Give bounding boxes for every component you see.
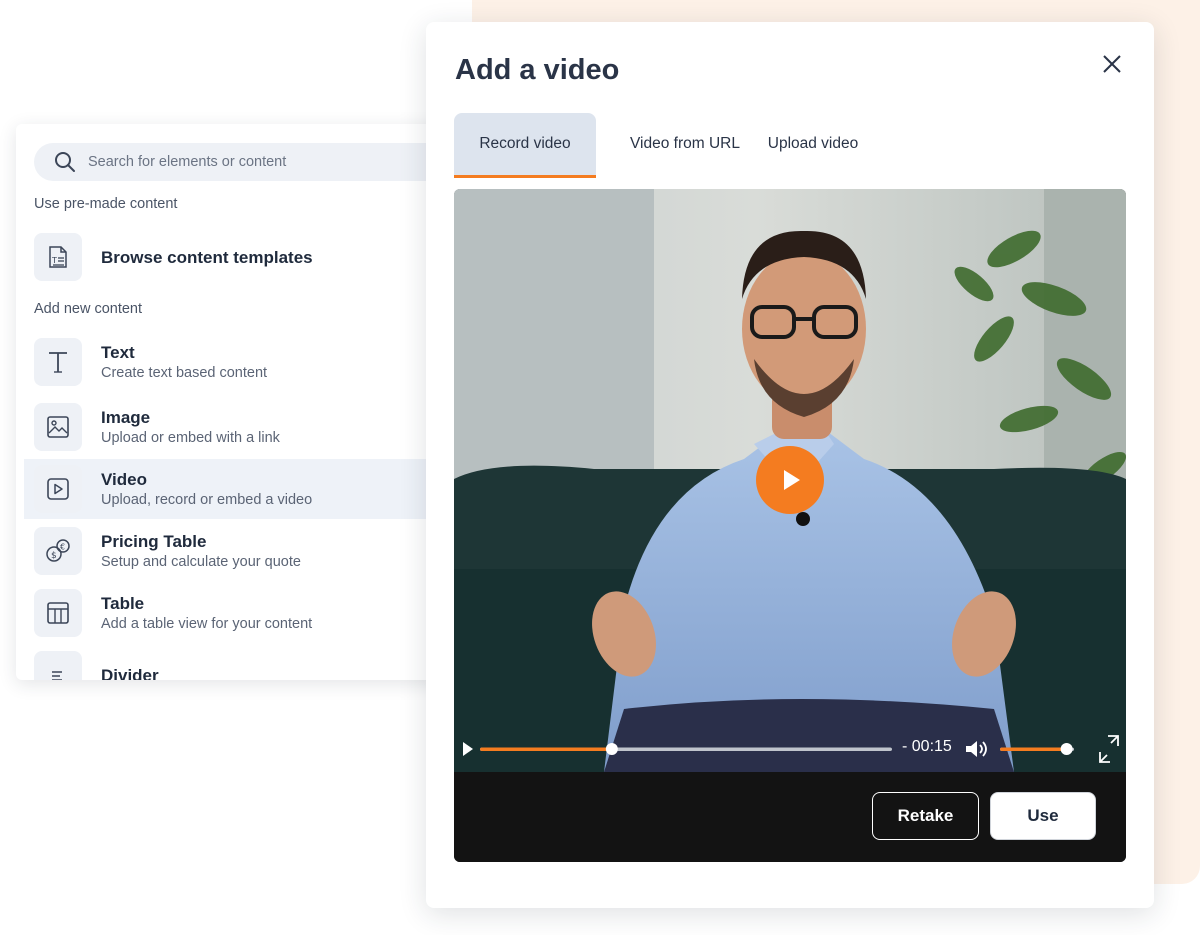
content-item-title: Text: [101, 342, 135, 362]
tab-upload-video[interactable]: Upload video: [759, 113, 867, 175]
pricing-icon: $ €: [34, 527, 82, 575]
search-bar[interactable]: [34, 143, 446, 181]
content-item-title: Pricing Table: [101, 531, 207, 551]
retake-button[interactable]: Retake: [872, 792, 979, 840]
template-icon: T: [34, 233, 82, 281]
content-item-title: Table: [101, 593, 145, 613]
content-elements-panel: Use pre-made content T Browse content te…: [16, 124, 446, 680]
content-item-pricing-table[interactable]: $ € Pricing Table Setup and calculate you…: [24, 521, 446, 581]
browse-templates-item[interactable]: T Browse content templates: [24, 227, 446, 287]
content-item-divider[interactable]: Divider: [24, 645, 446, 680]
volume-fill: [1000, 747, 1067, 751]
svg-text:€: €: [60, 543, 65, 552]
content-item-title: Image: [101, 407, 151, 427]
progress-fill: [480, 747, 612, 751]
volume-knob: [1060, 743, 1073, 755]
image-icon: [34, 403, 82, 451]
content-item-desc: Create text based content: [101, 364, 268, 381]
divider-icon: [34, 651, 82, 680]
play-overlay-button[interactable]: [756, 446, 824, 514]
close-button[interactable]: [1100, 52, 1124, 76]
content-item-title: Video: [101, 469, 147, 489]
progress-knob: [605, 743, 618, 755]
content-item-desc: Setup and calculate your quote: [101, 553, 301, 570]
video-icon: [34, 465, 82, 513]
tab-video-from-url[interactable]: Video from URL: [620, 113, 750, 175]
content-item-title: Divider: [101, 665, 159, 681]
table-icon: [34, 589, 82, 637]
recording-actions-bar: Retake Use: [454, 772, 1126, 862]
content-item-desc: Add a table view for your content: [101, 615, 313, 632]
modal-title: Add a video: [455, 54, 620, 86]
content-item-image[interactable]: Image Upload or embed with a link: [24, 397, 446, 457]
browse-templates-label: Browse content templates: [101, 247, 313, 267]
video-player: - 00:15 Retake Use: [454, 189, 1126, 862]
play-small-icon: [463, 742, 473, 756]
content-item-table[interactable]: Table Add a table view for your content: [24, 583, 446, 643]
text-icon: [34, 338, 82, 386]
tab-record-video[interactable]: Record video: [454, 113, 596, 178]
content-item-text[interactable]: Text Create text based content: [24, 332, 446, 392]
premade-section-label: Use pre-made content: [34, 196, 178, 212]
content-item-desc: Upload, record or embed a video: [101, 491, 313, 508]
search-input[interactable]: [86, 153, 390, 171]
svg-text:$: $: [51, 551, 57, 561]
volume-icon: [966, 741, 987, 757]
close-icon: [1103, 55, 1121, 73]
add-video-modal: Add a video Record video Video from URL …: [426, 22, 1154, 908]
fullscreen-icon: [1099, 735, 1119, 763]
use-button[interactable]: Use: [990, 792, 1096, 840]
content-item-video[interactable]: Video Upload, record or embed a video: [24, 459, 446, 519]
time-remaining: - 00:15: [902, 738, 952, 755]
controls-graphics: [463, 735, 1119, 763]
player-controls: - 00:15: [454, 729, 1126, 769]
new-content-section-label: Add new content: [34, 301, 143, 317]
content-item-desc: Upload or embed with a link: [101, 429, 280, 446]
play-icon: [784, 470, 800, 490]
svg-text:T: T: [51, 256, 57, 265]
search-icon: [54, 151, 76, 173]
